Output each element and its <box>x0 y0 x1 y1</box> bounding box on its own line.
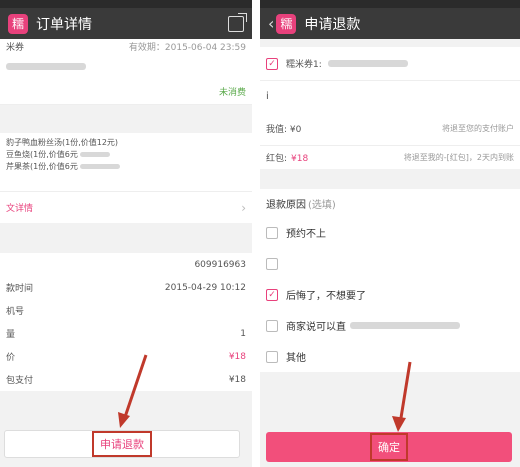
annotation-arrow-left <box>118 354 148 428</box>
refund-request-screen: ‹ 糯 申请退款 ✓ 糯米券1: i 我值: ¥0 将退至您的支付账户 红包: ¥… <box>260 0 520 467</box>
annotation-arrow-right <box>392 361 412 432</box>
order-detail-screen: 糯 订单详情 米券 有效期：2015-06-04 23:59 未消费 豹子鸭血粉… <box>0 0 252 467</box>
